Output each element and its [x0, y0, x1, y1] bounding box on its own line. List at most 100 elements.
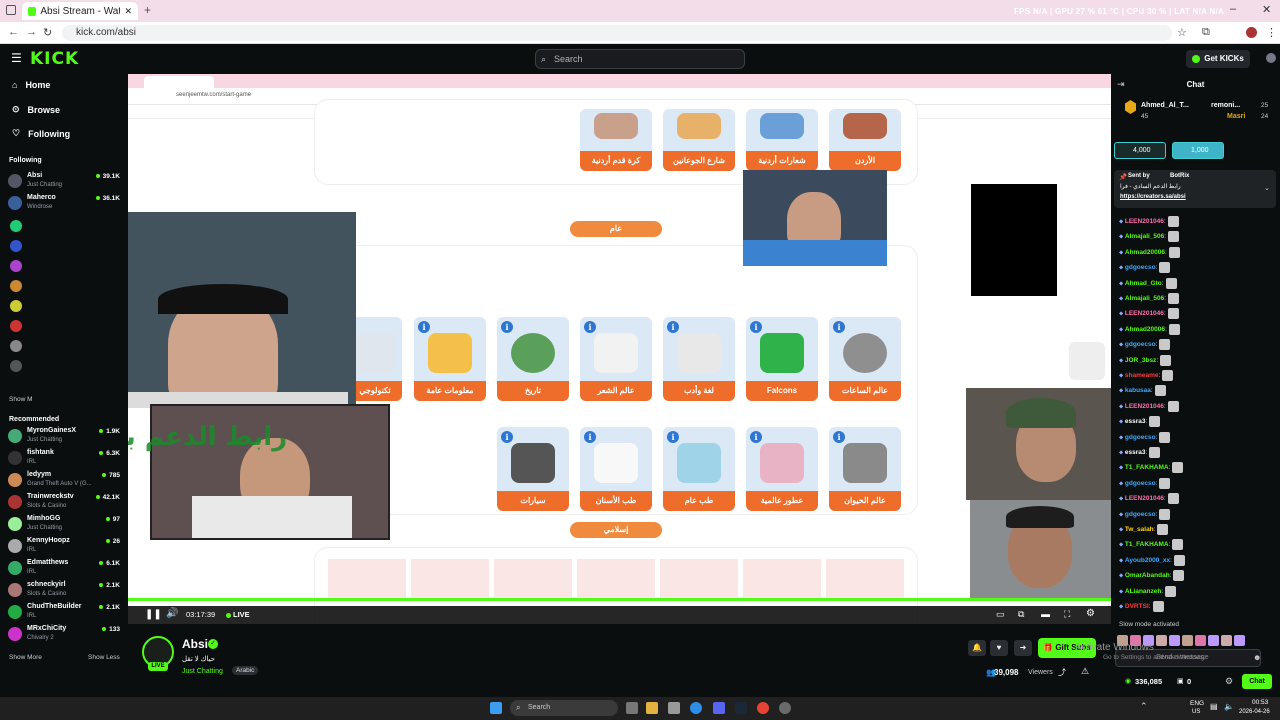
- emote-icon[interactable]: [1182, 635, 1193, 647]
- category-card[interactable]: [328, 559, 406, 599]
- info-icon[interactable]: i: [833, 321, 845, 333]
- category-card[interactable]: i Falcons: [746, 317, 818, 401]
- bookmark-star-icon[interactable]: ☆: [1177, 26, 1187, 39]
- chat-message[interactable]: ⬥ LEEN201046:: [1119, 308, 1179, 320]
- emote-icon[interactable]: [1156, 635, 1167, 647]
- chat-message[interactable]: ⬥ gdgoecso:: [1119, 262, 1171, 274]
- chevron-down-icon[interactable]: ⌄: [1264, 184, 1270, 192]
- recommended-channel[interactable]: ledyym Grand Theft Auto V (G... 785: [8, 471, 122, 491]
- chat-username[interactable]: gdgoecso: [1125, 511, 1156, 518]
- notification-bell-icon[interactable]: 🔔: [968, 640, 986, 656]
- goal-pill[interactable]: 4,000: [1114, 142, 1166, 159]
- progress-bar[interactable]: [128, 598, 1111, 601]
- chat-message[interactable]: ⬥ Ahmad20006:: [1119, 246, 1180, 258]
- send-chat-button[interactable]: Chat: [1242, 674, 1272, 689]
- category-card[interactable]: [826, 559, 904, 599]
- chat-message[interactable]: ⬥ LEEN201046:: [1119, 400, 1179, 412]
- windows-start-icon[interactable]: [490, 702, 502, 714]
- emote-icon[interactable]: [1169, 635, 1180, 647]
- category-card[interactable]: i معلومات عامة: [414, 317, 486, 401]
- extensions-icon[interactable]: ⧉: [1202, 26, 1210, 39]
- avatar[interactable]: [10, 220, 22, 232]
- edge-icon[interactable]: [690, 702, 702, 714]
- avatar[interactable]: [10, 360, 22, 372]
- chat-username[interactable]: ALiananzeh: [1125, 588, 1161, 595]
- category-card[interactable]: i عالم الساعات: [829, 317, 901, 401]
- search-input[interactable]: ⌕ Search: [535, 49, 745, 69]
- chat-username[interactable]: kabusaa: [1125, 388, 1151, 395]
- recommended-channel[interactable]: Edmatthews IRL 6.1K: [8, 559, 122, 579]
- hamburger-menu-icon[interactable]: ☰: [11, 51, 22, 65]
- chat-username[interactable]: shameame: [1125, 372, 1159, 379]
- chat-username[interactable]: LEEN201046: [1125, 403, 1164, 410]
- store-icon[interactable]: [668, 702, 680, 714]
- chat-message[interactable]: ⬥ Tw_salah:: [1119, 524, 1169, 535]
- category-card[interactable]: [411, 559, 489, 599]
- chat-message[interactable]: ⬥ essra3:: [1119, 447, 1161, 458]
- category-card[interactable]: i عالم الحيوان: [829, 427, 901, 511]
- taskbar-search[interactable]: ⌕ Search: [510, 700, 618, 716]
- chat-message[interactable]: ⬥ T1_FAKHAMA:: [1119, 462, 1184, 474]
- chat-username[interactable]: gdgoecso: [1125, 434, 1156, 441]
- wide-mode-icon[interactable]: ▬: [1041, 609, 1050, 619]
- category-card[interactable]: i عالم الشعر: [580, 317, 652, 401]
- chat-message[interactable]: ⬥ OmarAbandah:: [1119, 570, 1185, 582]
- speaker-icon[interactable]: 🔈: [1224, 702, 1234, 711]
- get-kicks-button[interactable]: Get KICKs: [1186, 50, 1250, 68]
- chat-settings-icon[interactable]: ⚙: [1225, 676, 1233, 687]
- window-close-icon[interactable]: ✕: [1262, 3, 1271, 16]
- chat-username[interactable]: gdgoecso: [1125, 480, 1156, 487]
- clock-time[interactable]: 00:53: [1252, 699, 1268, 706]
- info-icon[interactable]: i: [833, 431, 845, 443]
- obs-icon[interactable]: [779, 702, 791, 714]
- float-widget[interactable]: [1069, 342, 1105, 380]
- recommended-channel[interactable]: MimhoGG Just Chatting 97: [8, 515, 122, 535]
- chat-message[interactable]: ⬥ Ahmad20006:: [1119, 323, 1180, 335]
- tab-close-icon[interactable]: ✕: [124, 6, 132, 17]
- emote-icon[interactable]: [1195, 635, 1206, 647]
- chat-username[interactable]: T1_FAKHAMA: [1125, 465, 1169, 472]
- chat-message[interactable]: ⬥ gdgoecso:: [1119, 431, 1171, 443]
- category-card[interactable]: i طب الأسنان: [580, 427, 652, 511]
- chat-message[interactable]: ⬥ gdgoecso:: [1119, 339, 1171, 351]
- category-card[interactable]: i عطور عالمية: [746, 427, 818, 511]
- avatar[interactable]: [10, 280, 22, 292]
- chat-username[interactable]: Ahmad_Gto: [1125, 280, 1162, 287]
- url-field[interactable]: kick.com/absi: [62, 25, 1172, 41]
- top-gifter-name[interactable]: Masri: [1227, 113, 1245, 120]
- window-minimize-icon[interactable]: –: [1230, 3, 1236, 15]
- chat-username[interactable]: LEEN201046: [1125, 218, 1164, 225]
- chat-message[interactable]: ⬥ Ahmad_Gto:: [1119, 277, 1177, 289]
- back-icon[interactable]: ←: [8, 26, 19, 38]
- pinned-link[interactable]: https://creators.sa/absi: [1120, 194, 1186, 200]
- recommended-channel[interactable]: MyronGainesX Just Chatting 1.9K: [8, 427, 122, 447]
- file-explorer-icon[interactable]: [646, 702, 658, 714]
- chat-username[interactable]: gdgoecso: [1125, 264, 1156, 271]
- recommended-channel[interactable]: Trainwreckstv Slots & Casino 42.1K: [8, 493, 122, 513]
- chat-message[interactable]: ⬥ Almajali_506:: [1119, 293, 1180, 304]
- chat-message[interactable]: ⬥ T1_FAKHAMA:: [1119, 539, 1184, 551]
- chat-username[interactable]: Ahmad20006: [1125, 249, 1165, 256]
- info-icon[interactable]: i: [750, 431, 762, 443]
- language-indicator[interactable]: ENG: [1190, 700, 1204, 707]
- avatar[interactable]: [10, 340, 22, 352]
- new-tab-button[interactable]: +: [144, 3, 151, 17]
- browser-tab-active[interactable]: Absi Stream - Watch Live o... ✕: [22, 2, 138, 20]
- chat-message[interactable]: ⬥ gdgoecso:: [1119, 508, 1171, 520]
- chat-username[interactable]: JOR_3bsz: [1125, 357, 1156, 364]
- info-icon[interactable]: i: [501, 431, 513, 443]
- chat-username[interactable]: Almajali_506: [1125, 295, 1164, 302]
- chrome-icon[interactable]: [757, 702, 769, 714]
- category-link[interactable]: Just Chatting: [182, 668, 223, 675]
- chat-username[interactable]: LEEN201046: [1125, 311, 1164, 318]
- chat-username[interactable]: Ayoub2000_xx: [1125, 557, 1170, 564]
- info-icon[interactable]: i: [667, 431, 679, 443]
- gift-arrow-icon[interactable]: ➜: [1014, 640, 1032, 656]
- chat-username[interactable]: DVRTSI: [1125, 603, 1149, 610]
- report-icon[interactable]: ⚠: [1081, 666, 1089, 677]
- pinned-message[interactable]: 📌 Sent by BotRix رابط الدعم السادي - فرا…: [1114, 170, 1276, 208]
- forward-icon[interactable]: →: [26, 26, 37, 38]
- category-card[interactable]: تكنولوجي: [348, 317, 402, 401]
- chat-username[interactable]: Tw_salah: [1125, 526, 1154, 533]
- show-more-following[interactable]: Show M: [9, 396, 32, 403]
